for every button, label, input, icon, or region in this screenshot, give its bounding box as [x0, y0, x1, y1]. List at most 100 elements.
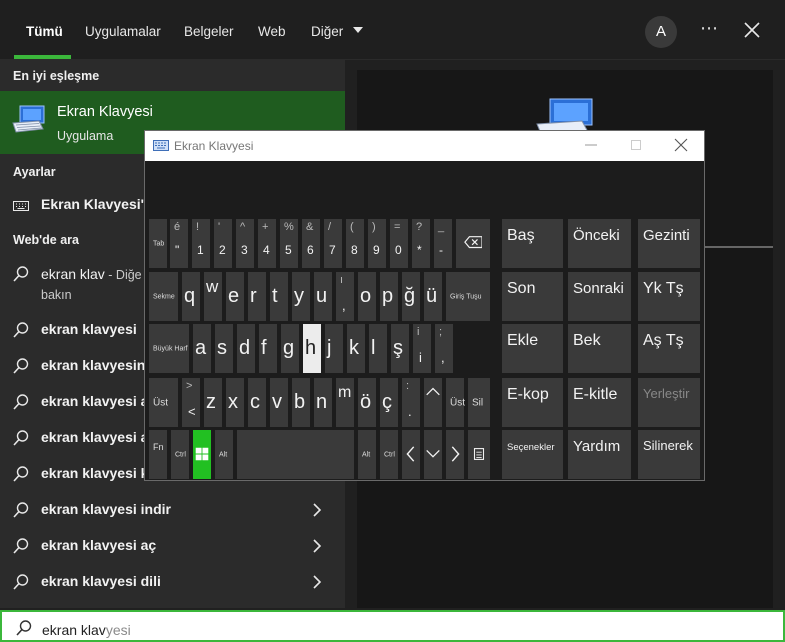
osk-key-q[interactable]: q: [182, 272, 200, 321]
osk-key-ş[interactable]: ş: [391, 324, 409, 373]
osk-key-a[interactable]: a: [193, 324, 211, 373]
osk-key-alt[interactable]: Alt: [358, 430, 376, 479]
osk-key-ctrl[interactable]: Ctrl: [171, 430, 189, 479]
osk-key-v[interactable]: v: [270, 378, 288, 427]
osk-key-ü[interactable]: ü: [424, 272, 442, 321]
chevron-right-icon[interactable]: [312, 539, 322, 553]
minimize-icon[interactable]: [584, 138, 598, 152]
osk-key-fn[interactable]: Fn: [149, 430, 167, 479]
osk-key[interactable]: [402, 430, 420, 479]
osk-key-sil[interactable]: Sil: [468, 378, 490, 427]
osk-key-x[interactable]: x: [226, 378, 244, 427]
osk-key-l[interactable]: l: [369, 324, 387, 373]
osk-nav-key-baş[interactable]: Baş: [502, 219, 563, 268]
osk-key-y[interactable]: y: [292, 272, 310, 321]
osk-key-tab[interactable]: Tab: [149, 219, 167, 268]
osk-key-space[interactable]: [237, 430, 354, 479]
web-result-6[interactable]: ekran klavyesi indir: [0, 492, 345, 528]
osk-key-büyük-harf[interactable]: Büyük Harf: [149, 324, 189, 373]
osk-nav-key-aş-tş[interactable]: Aş Tş: [638, 324, 700, 373]
osk-key-,[interactable]: ,ı: [336, 272, 354, 321]
osk-key-z[interactable]: z: [204, 378, 222, 427]
osk-key[interactable]: [456, 219, 490, 268]
tab-apps[interactable]: Uygulamalar: [85, 24, 161, 39]
web-result-8[interactable]: ekran klavyesi dili: [0, 564, 345, 600]
osk-key-"[interactable]: " é: [170, 219, 188, 268]
tab-web[interactable]: Web: [258, 24, 286, 39]
osk-key-ğ[interactable]: ğ: [402, 272, 420, 321]
osk-key-ctrl[interactable]: Ctrl: [380, 430, 398, 479]
osk-nav-key-ekle[interactable]: Ekle: [502, 324, 563, 373]
osk-key-giriş-tuşu[interactable]: Giriş Tuşu: [446, 272, 490, 321]
osk-key-8[interactable]: 8(: [346, 219, 364, 268]
osk-nav-key-yk-tş[interactable]: Yk Tş: [638, 272, 700, 321]
avatar[interactable]: A: [645, 16, 677, 48]
osk-key-h[interactable]: h: [303, 324, 321, 373]
osk-key-c[interactable]: c: [248, 378, 266, 427]
osk-title-bar[interactable]: Ekran Klavyesi: [145, 131, 704, 161]
osk-key[interactable]: [424, 378, 442, 427]
search-input[interactable]: ekran klavyesi: [0, 610, 785, 642]
osk-nav-key-e-kop[interactable]: E-kop: [502, 378, 563, 427]
osk-key[interactable]: [468, 430, 490, 479]
chevron-right-icon[interactable]: [312, 575, 322, 589]
osk-key-b[interactable]: b: [292, 378, 310, 427]
osk-key-m[interactable]: m: [336, 378, 354, 427]
osk-key-ö[interactable]: ö: [358, 378, 376, 427]
osk-key-i[interactable]: ii: [413, 324, 431, 373]
tab-more[interactable]: Diğer: [311, 24, 364, 39]
osk-key-o[interactable]: o: [358, 272, 376, 321]
close-icon[interactable]: [744, 22, 760, 38]
osk-key-üst[interactable]: Üst: [446, 378, 465, 427]
osk-key-9[interactable]: 9): [368, 219, 386, 268]
osk-key-,[interactable]: ,;: [435, 324, 453, 373]
osk-key-0[interactable]: 0 =: [390, 219, 408, 268]
osk-key-n[interactable]: n: [314, 378, 332, 427]
osk-nav-key-seçenekler[interactable]: Seçenekler: [502, 430, 563, 479]
osk-key[interactable]: [193, 430, 211, 479]
osk-key-t[interactable]: t: [270, 272, 288, 321]
tab-documents[interactable]: Belgeler: [184, 24, 234, 39]
osk-key-ç[interactable]: ç: [380, 378, 398, 427]
osk-nav-key-gezinti[interactable]: Gezinti: [638, 219, 700, 268]
osk-key-w[interactable]: w: [204, 272, 222, 321]
osk-key-d[interactable]: d: [237, 324, 255, 373]
osk-key-u[interactable]: u: [314, 272, 332, 321]
osk-key-r[interactable]: r: [248, 272, 266, 321]
osk-key-s[interactable]: s: [215, 324, 233, 373]
osk-key[interactable]: [424, 430, 442, 479]
osk-nav-key-sonraki[interactable]: Sonraki: [568, 272, 631, 321]
web-result-7[interactable]: ekran klavyesi aç: [0, 528, 345, 564]
osk-nav-key-e-kitle[interactable]: E-kitle: [568, 378, 631, 427]
osk-key-1[interactable]: 1!: [192, 219, 210, 268]
more-options-icon[interactable]: ⋯: [700, 18, 719, 39]
osk-nav-key-silinerek[interactable]: Silinerek: [638, 430, 700, 479]
osk-key-g[interactable]: g: [281, 324, 299, 373]
osk-key[interactable]: [446, 430, 464, 479]
osk-key-2[interactable]: 2 ': [214, 219, 232, 268]
osk-key-4[interactable]: 4 +: [258, 219, 276, 268]
osk-key--[interactable]: - _: [434, 219, 452, 268]
osk-key-alt[interactable]: Alt: [215, 430, 233, 479]
osk-key-6[interactable]: 6 &: [302, 219, 320, 268]
osk-key-<[interactable]: < >: [182, 378, 200, 427]
maximize-icon[interactable]: [629, 138, 643, 152]
osk-key-.[interactable]: .:: [402, 378, 420, 427]
osk-key-3[interactable]: 3 ^: [236, 219, 254, 268]
osk-key-üst[interactable]: Üst: [149, 378, 178, 427]
osk-nav-key-yardım[interactable]: Yardım: [568, 430, 631, 479]
osk-nav-key-bek[interactable]: Bek: [568, 324, 631, 373]
osk-key-p[interactable]: p: [380, 272, 398, 321]
osk-key-e[interactable]: e: [226, 272, 244, 321]
osk-key-7[interactable]: 7/: [324, 219, 342, 268]
osk-key-*[interactable]: *?: [412, 219, 430, 268]
close-icon[interactable]: [674, 138, 688, 152]
osk-key-k[interactable]: k: [347, 324, 365, 373]
osk-key-f[interactable]: f: [259, 324, 277, 373]
osk-key-5[interactable]: 5%: [280, 219, 298, 268]
osk-nav-key-önceki[interactable]: Önceki: [568, 219, 631, 268]
osk-nav-key-son[interactable]: Son: [502, 272, 563, 321]
osk-key-sekme[interactable]: Sekme: [149, 272, 178, 321]
osk-key-j[interactable]: j: [325, 324, 343, 373]
chevron-right-icon[interactable]: [312, 503, 322, 517]
